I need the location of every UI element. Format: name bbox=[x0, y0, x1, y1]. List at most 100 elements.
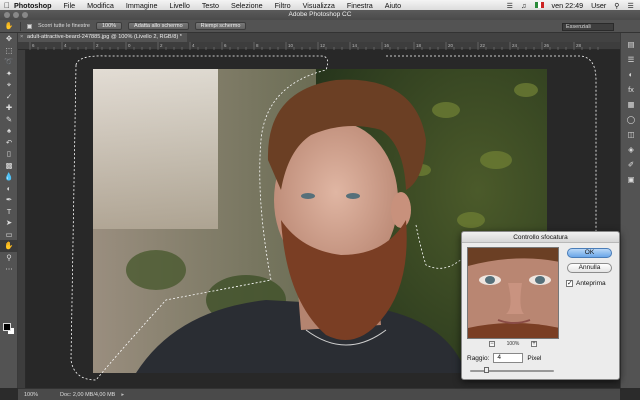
document-tabbar: × adult-attractive-beard-247885.jpg @ 10… bbox=[18, 33, 620, 42]
window-controls bbox=[4, 12, 28, 18]
status-menu-arrow-icon[interactable]: ▸ bbox=[121, 392, 124, 398]
styles-panel-icon[interactable]: fx bbox=[621, 82, 640, 97]
menu-testo[interactable]: Testo bbox=[202, 1, 219, 10]
marquee-icon[interactable]: ⬚ bbox=[0, 45, 18, 57]
ruler-label: 6 bbox=[32, 43, 35, 48]
menu-immagine[interactable]: Immagine bbox=[126, 1, 158, 10]
radius-slider-track[interactable] bbox=[470, 370, 554, 372]
workspace-select[interactable]: Essenziali bbox=[562, 23, 614, 31]
volume-icon[interactable]: ♫ bbox=[521, 1, 526, 10]
layers-panel-icon[interactable]: ◫ bbox=[621, 127, 640, 142]
ruler-label: 8 bbox=[256, 43, 259, 48]
paths-panel-icon[interactable]: ✐ bbox=[621, 157, 640, 172]
channels-panel-icon[interactable]: ◈ bbox=[621, 142, 640, 157]
adjustments-panel-icon[interactable]: ◐ bbox=[621, 67, 640, 82]
move-icon[interactable]: ✥ bbox=[0, 33, 18, 45]
history-panel-icon[interactable]: ▤ bbox=[621, 37, 640, 52]
zoom-100-button[interactable]: 100% bbox=[95, 22, 123, 30]
eyedropper-icon[interactable]: ✓ bbox=[0, 91, 18, 103]
preview-checkbox-row[interactable]: ✓ Anteprima bbox=[566, 280, 606, 287]
hand-tool-preset-icon[interactable]: ✋ bbox=[4, 22, 14, 31]
document-tab-title: adult-attractive-beard-247885.jpg @ 100%… bbox=[27, 34, 182, 40]
photo-building bbox=[93, 69, 218, 229]
dialog-title: Controllo sfocatura bbox=[462, 232, 619, 243]
scroll-all-windows-checkbox[interactable] bbox=[27, 23, 32, 29]
mac-menubar:  Photoshop File Modifica Immagine Livel… bbox=[0, 0, 640, 10]
magic-wand-icon[interactable]: ✦ bbox=[0, 68, 18, 80]
input-language-icon[interactable] bbox=[534, 2, 544, 8]
pen-icon[interactable]: ✒ bbox=[0, 194, 18, 206]
zoom-window-button[interactable] bbox=[22, 12, 28, 18]
lasso-icon[interactable]: ➰ bbox=[0, 56, 18, 68]
brush-icon[interactable]: ✎ bbox=[0, 114, 18, 126]
dodge-icon[interactable]: ◐ bbox=[0, 183, 18, 195]
spotlight-icon[interactable]: ⚲ bbox=[614, 1, 619, 10]
ruler-label: 2 bbox=[96, 43, 99, 48]
menu-finestra[interactable]: Finestra bbox=[347, 1, 373, 10]
ruler-vertical[interactable] bbox=[18, 50, 26, 388]
zoom-out-button[interactable]: − bbox=[489, 341, 495, 347]
ok-button[interactable]: OK bbox=[567, 248, 612, 258]
eraser-icon[interactable]: ▯ bbox=[0, 148, 18, 160]
close-window-button[interactable] bbox=[4, 12, 10, 18]
gradient-icon[interactable]: ▩ bbox=[0, 160, 18, 172]
radius-slider-thumb[interactable] bbox=[484, 367, 490, 373]
photo-ear bbox=[391, 192, 411, 228]
history-brush-icon[interactable]: ↶ bbox=[0, 137, 18, 149]
radius-unit: Pixel bbox=[527, 354, 542, 362]
ruler-label: 14 bbox=[352, 43, 358, 48]
user-menu[interactable]: User bbox=[591, 1, 606, 10]
blur-icon[interactable]: 💧 bbox=[0, 171, 18, 183]
ruler-label: 16 bbox=[384, 43, 390, 48]
blur-dialog: Controllo sfocatura − 100% + OK Annulla … bbox=[461, 231, 620, 380]
shape-icon[interactable]: ▭ bbox=[0, 229, 18, 241]
ruler-horizontal[interactable]: 6 4 2 0 2 4 6 8 10 12 14 16 18 20 22 24 26 28 bbox=[18, 42, 620, 50]
cancel-button[interactable]: Annulla bbox=[567, 263, 612, 273]
clock[interactable]: ven 22:49 bbox=[552, 1, 584, 10]
menu-visualizza[interactable]: Visualizza bbox=[303, 1, 335, 10]
minimize-window-button[interactable] bbox=[13, 12, 19, 18]
more-tools-icon[interactable]: ⋯ bbox=[0, 263, 18, 275]
path-select-icon[interactable]: ➤ bbox=[0, 217, 18, 229]
fill-screen-button[interactable]: Riempi schermo bbox=[194, 22, 247, 30]
crop-icon[interactable]: ⌖ bbox=[0, 79, 18, 91]
foreground-color-swatch[interactable] bbox=[3, 323, 11, 331]
healing-icon[interactable]: ✚ bbox=[0, 102, 18, 114]
ruler-label: 4 bbox=[64, 43, 67, 48]
divider bbox=[20, 21, 21, 31]
type-icon[interactable]: T bbox=[0, 206, 18, 218]
radius-input[interactable]: 4 bbox=[493, 353, 524, 363]
close-tab-icon[interactable]: × bbox=[20, 33, 23, 42]
preview-checkbox[interactable]: ✓ bbox=[566, 280, 573, 287]
ruler-label: 26 bbox=[544, 43, 550, 48]
ruler-label: 12 bbox=[320, 43, 326, 48]
ruler-label: 22 bbox=[480, 43, 486, 48]
tools-panel: ✥ ⬚ ➰ ✦ ⌖ ✓ ✚ ✎ ♠ ↶ ▯ ▩ 💧 ◐ ✒ T ➤ ▭ ✋ ⚲ … bbox=[0, 33, 18, 388]
zoom-in-button[interactable]: + bbox=[530, 341, 537, 347]
apple-icon[interactable]:  bbox=[0, 1, 14, 10]
fit-screen-button[interactable]: Adatta allo schermo bbox=[128, 22, 189, 30]
swatches-panel-icon[interactable]: ▦ bbox=[621, 97, 640, 112]
menu-filtro[interactable]: Filtro bbox=[275, 1, 291, 10]
stamp-icon[interactable]: ♠ bbox=[0, 125, 18, 137]
radius-row: Raggio: 4 Pixel bbox=[467, 353, 542, 363]
color-panel-icon[interactable]: ◯ bbox=[621, 112, 640, 127]
status-zoom[interactable]: 100% bbox=[18, 392, 42, 398]
photo-eye-right bbox=[346, 193, 360, 199]
document-tab[interactable]: × adult-attractive-beard-247885.jpg @ 10… bbox=[18, 33, 187, 42]
menu-selezione[interactable]: Selezione bbox=[231, 1, 263, 10]
libraries-panel-icon[interactable]: ▣ bbox=[621, 172, 640, 187]
menu-modifica[interactable]: Modifica bbox=[87, 1, 114, 10]
properties-panel-icon[interactable]: ☰ bbox=[621, 52, 640, 67]
ruler-label: 18 bbox=[416, 43, 422, 48]
wifi-icon[interactable]: ☰ bbox=[507, 1, 513, 10]
dialog-preview[interactable] bbox=[467, 247, 559, 339]
menu-aiuto[interactable]: Aiuto bbox=[385, 1, 401, 10]
menu-app-name[interactable]: Photoshop bbox=[14, 1, 52, 10]
hand-icon[interactable]: ✋ bbox=[0, 240, 18, 252]
menu-livello[interactable]: Livello bbox=[169, 1, 189, 10]
menu-file[interactable]: File bbox=[64, 1, 76, 10]
window-title: Adobe Photoshop CC bbox=[288, 11, 352, 18]
zoom-icon[interactable]: ⚲ bbox=[0, 252, 18, 264]
notification-center-icon[interactable]: ☰ bbox=[628, 1, 634, 10]
